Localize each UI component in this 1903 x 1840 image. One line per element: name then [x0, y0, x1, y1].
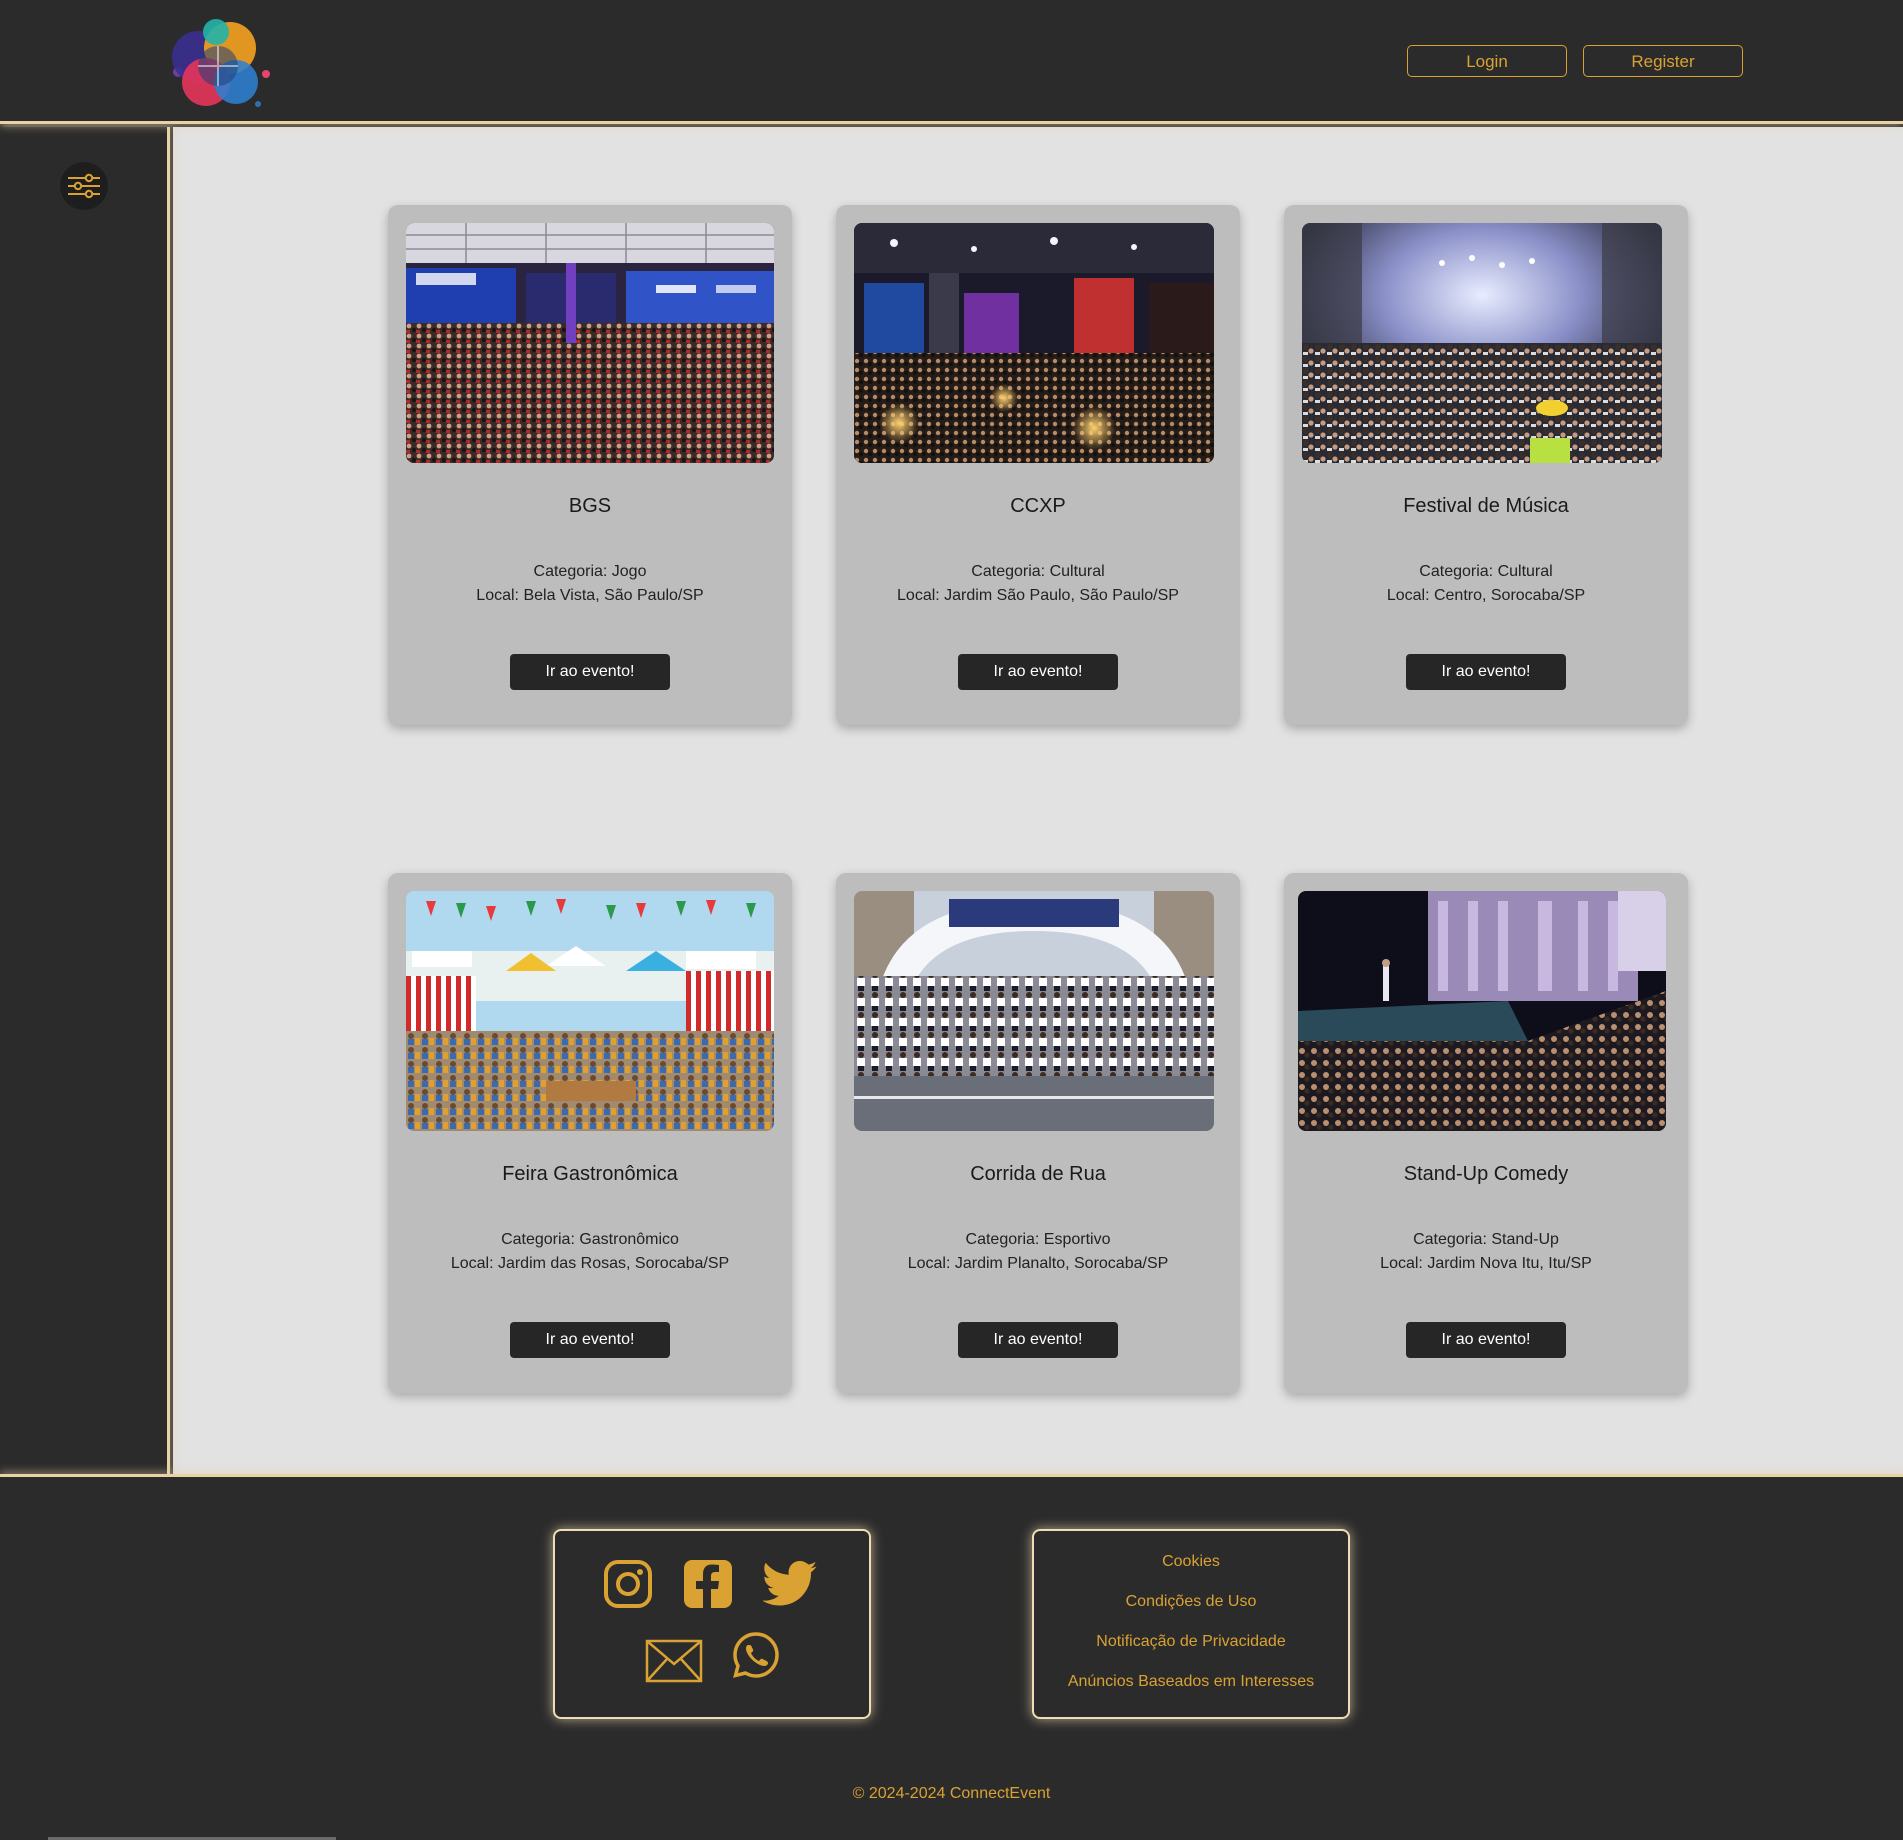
event-info: Categoria: Jogo Local: Bela Vista, São P… [388, 560, 792, 608]
login-button[interactable]: Login [1407, 45, 1567, 77]
event-title: CCXP [1010, 495, 1066, 517]
event-card-feira-gastronomica: Feira Gastronômica Categoria: Gastronômi… [388, 873, 792, 1393]
event-image-feira-gastronomica [406, 891, 774, 1131]
site-footer: Cookies Condições de Uso Notificação de … [0, 1474, 1903, 1840]
event-title: BGS [568, 495, 612, 517]
event-location: Local: Bela Vista, São Paulo/SP [476, 587, 704, 604]
event-info: Categoria: Cultural Local: Jardim São Pa… [836, 560, 1240, 608]
connectevent-logo[interactable] [158, 12, 274, 112]
go-to-event-button[interactable]: Ir ao evento! [958, 654, 1118, 690]
event-info: Categoria: Gastronômico Local: Jardim da… [388, 1228, 792, 1276]
event-card-stand-up-comedy: Stand-Up Comedy Categoria: Stand-Up Loca… [1284, 873, 1688, 1393]
sidebar [0, 127, 170, 1474]
event-category: Categoria: Stand-Up [1413, 1231, 1559, 1248]
social-links-box [553, 1529, 871, 1719]
go-to-event-button[interactable]: Ir ao evento! [958, 1322, 1118, 1358]
event-location: Local: Jardim Planalto, Sorocaba/SP [907, 1255, 1169, 1272]
event-card-festival-de-musica: Festival de Música Categoria: Cultural L… [1284, 205, 1688, 725]
event-title: Corrida de Rua [970, 1163, 1106, 1185]
event-card-ccxp: CCXP Categoria: Cultural Local: Jardim S… [836, 205, 1240, 725]
events-grid: BGS Categoria: Jogo Local: Bela Vista, S… [173, 127, 1903, 1474]
event-category: Categoria: Cultural [1419, 563, 1553, 580]
go-to-event-button[interactable]: Ir ao evento! [510, 654, 670, 690]
go-to-event-button[interactable]: Ir ao evento! [510, 1322, 670, 1358]
event-title: Festival de Música [1403, 495, 1569, 517]
instagram-icon[interactable] [603, 1559, 653, 1609]
legal-links-box: Cookies Condições de Uso Notificação de … [1032, 1529, 1350, 1719]
event-image-stand-up-comedy [1298, 891, 1666, 1131]
event-info: Categoria: Esportivo Local: Jardim Plana… [836, 1228, 1240, 1276]
register-button[interactable]: Register [1583, 45, 1743, 77]
event-info: Categoria: Stand-Up Local: Jardim Nova I… [1284, 1228, 1688, 1276]
site-header: Login Register [0, 0, 1903, 124]
email-icon[interactable] [645, 1639, 703, 1683]
event-image-bgs [406, 223, 774, 463]
event-category: Categoria: Cultural [971, 563, 1105, 580]
filter-button[interactable] [60, 162, 108, 210]
go-to-event-button[interactable]: Ir ao evento! [1406, 654, 1566, 690]
copyright-text: © 2024-2024 ConnectEvent [852, 1785, 1051, 1802]
event-image-corrida-de-rua [854, 891, 1214, 1131]
event-image-ccxp [854, 223, 1214, 463]
facebook-icon[interactable] [683, 1559, 733, 1609]
go-to-event-button[interactable]: Ir ao evento! [1406, 1322, 1566, 1358]
event-title: Stand-Up Comedy [1403, 1163, 1569, 1185]
sliders-icon [68, 173, 100, 199]
event-location: Local: Jardim São Paulo, São Paulo/SP [897, 587, 1179, 604]
event-category: Categoria: Esportivo [965, 1231, 1111, 1248]
event-location: Local: Jardim Nova Itu, Itu/SP [1380, 1255, 1592, 1272]
event-title: Feira Gastronômica [502, 1163, 678, 1185]
interest-based-ads-link[interactable]: Anúncios Baseados em Interesses [1034, 1673, 1348, 1691]
terms-of-use-link[interactable]: Condições de Uso [1034, 1593, 1348, 1611]
event-location: Local: Jardim das Rosas, Sorocaba/SP [450, 1255, 730, 1272]
event-card-bgs: BGS Categoria: Jogo Local: Bela Vista, S… [388, 205, 792, 725]
privacy-notice-link[interactable]: Notificação de Privacidade [1034, 1633, 1348, 1651]
event-category: Categoria: Jogo [533, 563, 647, 580]
event-category: Categoria: Gastronômico [501, 1231, 679, 1248]
cookies-link[interactable]: Cookies [1034, 1553, 1348, 1571]
event-location: Local: Centro, Sorocaba/SP [1386, 587, 1586, 604]
event-image-festival-de-musica [1302, 223, 1662, 463]
whatsapp-icon[interactable] [732, 1631, 780, 1679]
twitter-icon[interactable] [763, 1561, 819, 1609]
event-card-corrida-de-rua: Corrida de Rua Categoria: Esportivo Loca… [836, 873, 1240, 1393]
event-info: Categoria: Cultural Local: Centro, Soroc… [1284, 560, 1688, 608]
